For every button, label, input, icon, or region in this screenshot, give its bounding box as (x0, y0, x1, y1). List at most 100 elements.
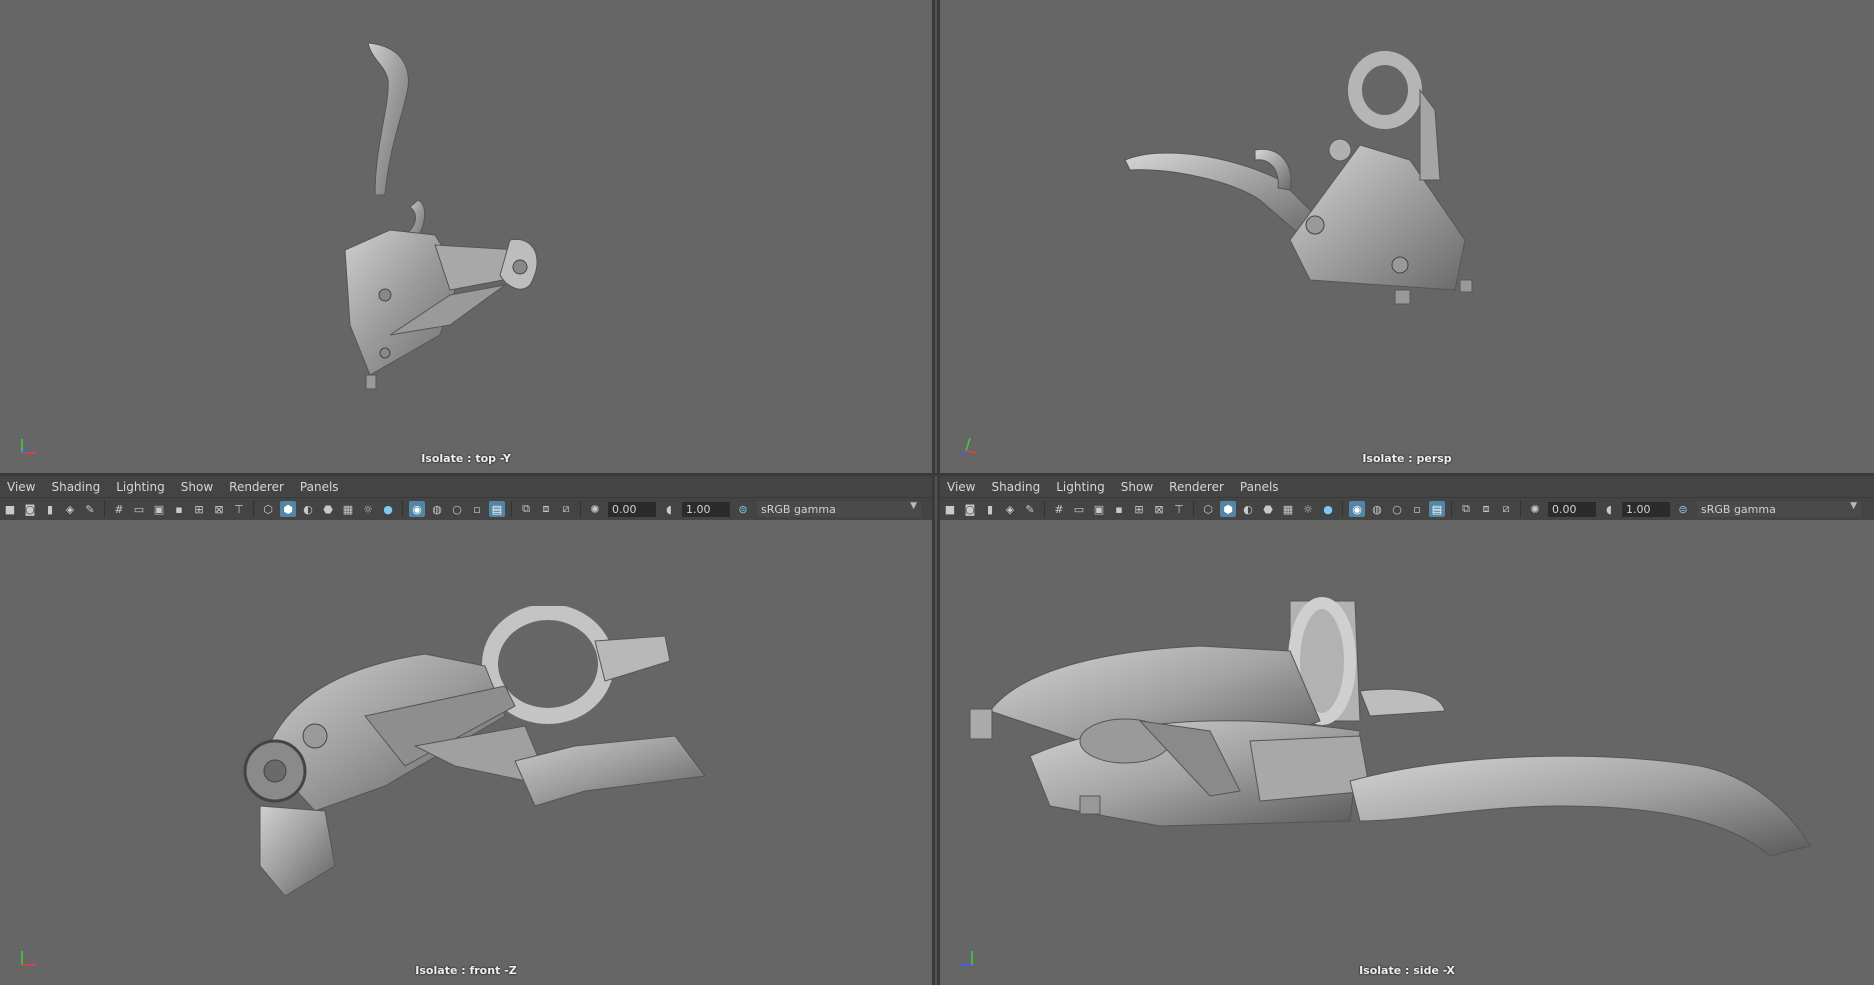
smooth-shade-icon[interactable]: ⬢ (1220, 501, 1236, 517)
menu-panels[interactable]: Panels (1232, 480, 1287, 494)
brake-lever-model-side (969, 597, 1811, 857)
viewport-menubar: View Shading Lighting Show Renderer Pane… (940, 476, 1874, 497)
safe-action-icon[interactable]: ▪ (1111, 501, 1127, 517)
lights-icon[interactable]: ▦ (340, 501, 356, 517)
gamma-icon[interactable]: ◖ (1601, 501, 1617, 517)
wireframe-on-shaded-icon[interactable]: ◐ (300, 501, 316, 517)
color-management-icon[interactable]: ⊜ (735, 501, 751, 517)
anti-alias-icon[interactable]: ◍ (1369, 501, 1385, 517)
viewport-caption: Isolate : front -Z (415, 964, 517, 977)
brake-lever-model-persp (1124, 51, 1473, 305)
color-space-value: sRGB gamma (1701, 502, 1776, 516)
film-gate-icon[interactable]: ▭ (1071, 501, 1087, 517)
xray-active-icon[interactable]: ⧈ (538, 501, 554, 517)
brake-lever-model-top (344, 42, 538, 390)
viewport-front[interactable]: View Shading Lighting Show Renderer Pane… (0, 476, 932, 985)
chevron-down-icon: ▼ (910, 501, 917, 511)
menu-lighting[interactable]: Lighting (108, 480, 173, 494)
resolution-gate-icon[interactable]: ▣ (151, 501, 167, 517)
gate-mask-icon[interactable]: ⊤ (231, 501, 247, 517)
viewport-side[interactable]: View Shading Lighting Show Renderer Pane… (940, 476, 1874, 985)
color-space-value: sRGB gamma (761, 502, 836, 516)
menu-renderer[interactable]: Renderer (1161, 480, 1232, 494)
ambient-occlusion-icon[interactable]: ● (380, 501, 396, 517)
toolbar-separator (1520, 501, 1521, 517)
wireframe-icon[interactable]: ⬡ (260, 501, 276, 517)
textured-icon[interactable]: ⬣ (1260, 501, 1276, 517)
xray-icon[interactable]: ▤ (489, 501, 505, 517)
gamma-field[interactable] (1622, 501, 1670, 517)
field-chart-icon[interactable]: ⊞ (1131, 501, 1147, 517)
shadows-icon[interactable]: ☼ (360, 501, 376, 517)
color-management-icon[interactable]: ⊜ (1675, 501, 1691, 517)
snap-icon[interactable]: ✎ (82, 501, 98, 517)
toolbar-separator (402, 501, 403, 517)
motion-blur-icon[interactable]: ◉ (1349, 501, 1365, 517)
wireframe-on-shaded-icon[interactable]: ◐ (1240, 501, 1256, 517)
wireframe-icon[interactable]: ⬡ (1200, 501, 1216, 517)
camera-icon[interactable]: ■ (942, 501, 958, 517)
gamma-icon[interactable]: ◖ (661, 501, 677, 517)
backface-icon[interactable]: ⧄ (1498, 501, 1514, 517)
gamma-field[interactable] (682, 501, 730, 517)
menu-shading[interactable]: Shading (43, 480, 108, 494)
smooth-shade-icon[interactable]: ⬢ (280, 501, 296, 517)
depth-of-field-icon[interactable]: ○ (449, 501, 465, 517)
image-plane-icon[interactable]: ◈ (62, 501, 78, 517)
shadows-icon[interactable]: ☼ (1300, 501, 1316, 517)
backface-icon[interactable]: ⧄ (558, 501, 574, 517)
field-chart-icon[interactable]: ⊞ (191, 501, 207, 517)
grid-icon[interactable]: # (1051, 501, 1067, 517)
motion-blur-icon[interactable]: ◉ (409, 501, 425, 517)
xray-joints-icon[interactable]: ⧉ (1458, 501, 1474, 517)
xray-active-icon[interactable]: ⧈ (1478, 501, 1494, 517)
grid-icon[interactable]: # (111, 501, 127, 517)
isolate-icon[interactable]: ▫ (1409, 501, 1425, 517)
viewport-persp[interactable]: Isolate : persp (940, 0, 1874, 473)
camera-attr-icon[interactable]: ◙ (22, 501, 38, 517)
textured-icon[interactable]: ⬣ (320, 501, 336, 517)
menu-view[interactable]: View (0, 480, 43, 494)
resolution-gate-icon[interactable]: ▣ (1091, 501, 1107, 517)
exposure-field[interactable] (1548, 501, 1596, 517)
menu-panels[interactable]: Panels (292, 480, 347, 494)
safe-title-icon[interactable]: ⊠ (1151, 501, 1167, 517)
exposure-icon[interactable]: ✺ (587, 501, 603, 517)
toolbar-separator (253, 501, 254, 517)
menu-shading[interactable]: Shading (983, 480, 1048, 494)
toolbar-separator (1044, 501, 1045, 517)
toolbar-separator (1193, 501, 1194, 517)
viewport-caption: Isolate : side -X (1359, 964, 1455, 977)
menu-lighting[interactable]: Lighting (1048, 480, 1113, 494)
xray-joints-icon[interactable]: ⧉ (518, 501, 534, 517)
viewport-top[interactable]: Isolate : top -Y (0, 0, 932, 473)
snap-icon[interactable]: ✎ (1022, 501, 1038, 517)
depth-of-field-icon[interactable]: ○ (1389, 501, 1405, 517)
isolate-icon[interactable]: ▫ (469, 501, 485, 517)
color-space-dropdown[interactable]: sRGB gamma ▼ (757, 501, 921, 517)
camera-attr-icon[interactable]: ◙ (962, 501, 978, 517)
viewport-caption: Isolate : top -Y (421, 452, 511, 465)
horizontal-pane-divider[interactable] (0, 473, 1874, 476)
film-gate-icon[interactable]: ▭ (131, 501, 147, 517)
menu-renderer[interactable]: Renderer (221, 480, 292, 494)
xray-icon[interactable]: ▤ (1429, 501, 1445, 517)
menu-show[interactable]: Show (1113, 480, 1161, 494)
vertical-pane-divider[interactable] (932, 0, 940, 985)
menu-view[interactable]: View (940, 480, 983, 494)
ambient-occlusion-icon[interactable]: ● (1320, 501, 1336, 517)
gate-mask-icon[interactable]: ⊤ (1171, 501, 1187, 517)
menu-show[interactable]: Show (173, 480, 221, 494)
image-plane-icon[interactable]: ◈ (1002, 501, 1018, 517)
lights-icon[interactable]: ▦ (1280, 501, 1296, 517)
color-space-dropdown[interactable]: sRGB gamma ▼ (1697, 501, 1861, 517)
safe-title-icon[interactable]: ⊠ (211, 501, 227, 517)
safe-action-icon[interactable]: ▪ (171, 501, 187, 517)
exposure-icon[interactable]: ✺ (1527, 501, 1543, 517)
bookmark-icon[interactable]: ▮ (42, 501, 58, 517)
viewport-toolbar: ■ ◙ ▮ ◈ ✎ # ▭ ▣ ▪ ⊞ ⊠ ⊤ ⬡ ⬢ ◐ ⬣ ▦ ☼ ● ◉ … (0, 497, 932, 520)
exposure-field[interactable] (608, 501, 656, 517)
bookmark-icon[interactable]: ▮ (982, 501, 998, 517)
anti-alias-icon[interactable]: ◍ (429, 501, 445, 517)
camera-icon[interactable]: ■ (2, 501, 18, 517)
